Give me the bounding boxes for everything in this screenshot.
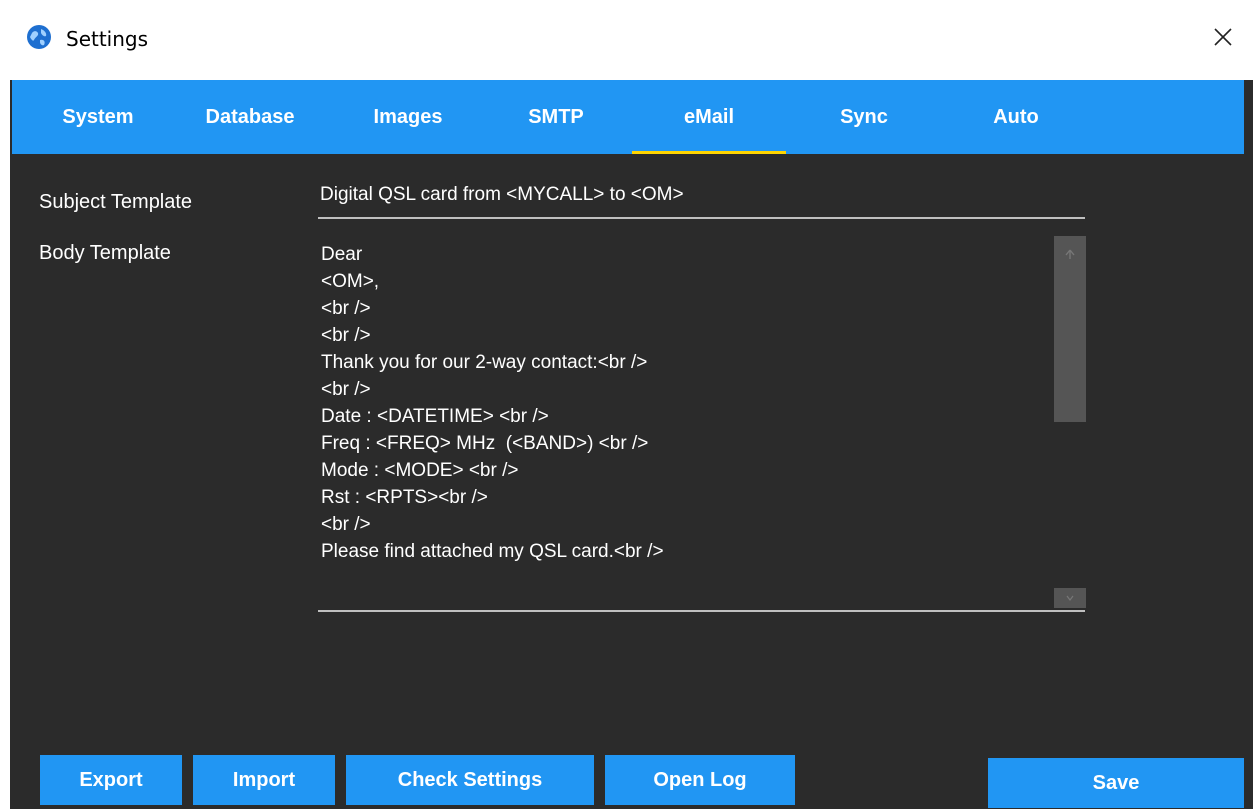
tab-auto[interactable]: Auto [950,80,1082,154]
body-line: Mode : <MODE> <br /> [321,460,519,481]
check-settings-button[interactable]: Check Settings [346,755,594,805]
tab-sync[interactable]: Sync [798,80,930,154]
body-line: Rst : <RPTS><br /> [321,487,488,508]
body-template-label: Body Template [39,242,171,264]
body-scrollbar-thumb[interactable] [1054,272,1086,422]
subject-template-input[interactable]: Digital QSL card from <MYCALL> to <OM> [320,184,1085,206]
body-line: Date : <DATETIME> <br /> [321,406,549,427]
import-button[interactable]: Import [193,755,335,805]
scroll-up-arrow-icon[interactable] [1054,236,1086,272]
tab-images[interactable]: Images [342,80,474,154]
open-log-button[interactable]: Open Log [605,755,795,805]
body-textarea-underline [318,610,1085,612]
body-line: Please find attached my QSL card.<br /> [321,541,664,562]
body-line: Freq : <FREQ> MHz (<BAND>) <br /> [321,433,649,454]
subject-template-label: Subject Template [39,191,193,213]
body-line: <OM>, [321,271,380,292]
body-line: Thank you for our 2-way contact:<br /> [321,352,648,373]
body-line: <br /> [321,514,371,535]
tab-email[interactable]: eMail [632,80,786,154]
body-template-textarea[interactable]: Dear <OM>, <br /> <br /> Thank you for o… [318,236,1053,608]
body-line: Dear [321,244,363,265]
scroll-down-arrow-icon[interactable] [1054,588,1086,608]
body-line: <br /> [321,325,371,346]
tab-database[interactable]: Database [184,80,316,154]
export-button[interactable]: Export [40,755,182,805]
save-button[interactable]: Save [988,758,1244,808]
body-line: <br /> [321,379,371,400]
title-bar: Settings [0,0,1253,80]
subject-input-underline [318,217,1085,219]
close-icon[interactable] [1206,20,1240,54]
tab-system[interactable]: System [32,80,164,154]
tab-bar: System Database Images SMTP eMail Sync A… [12,80,1244,154]
globe-icon [27,25,51,49]
window-title: Settings [66,27,149,51]
tab-smtp[interactable]: SMTP [490,80,622,154]
settings-window: Settings System Database Images SMTP eMa… [0,0,1253,809]
body-line: <br /> [321,298,371,319]
